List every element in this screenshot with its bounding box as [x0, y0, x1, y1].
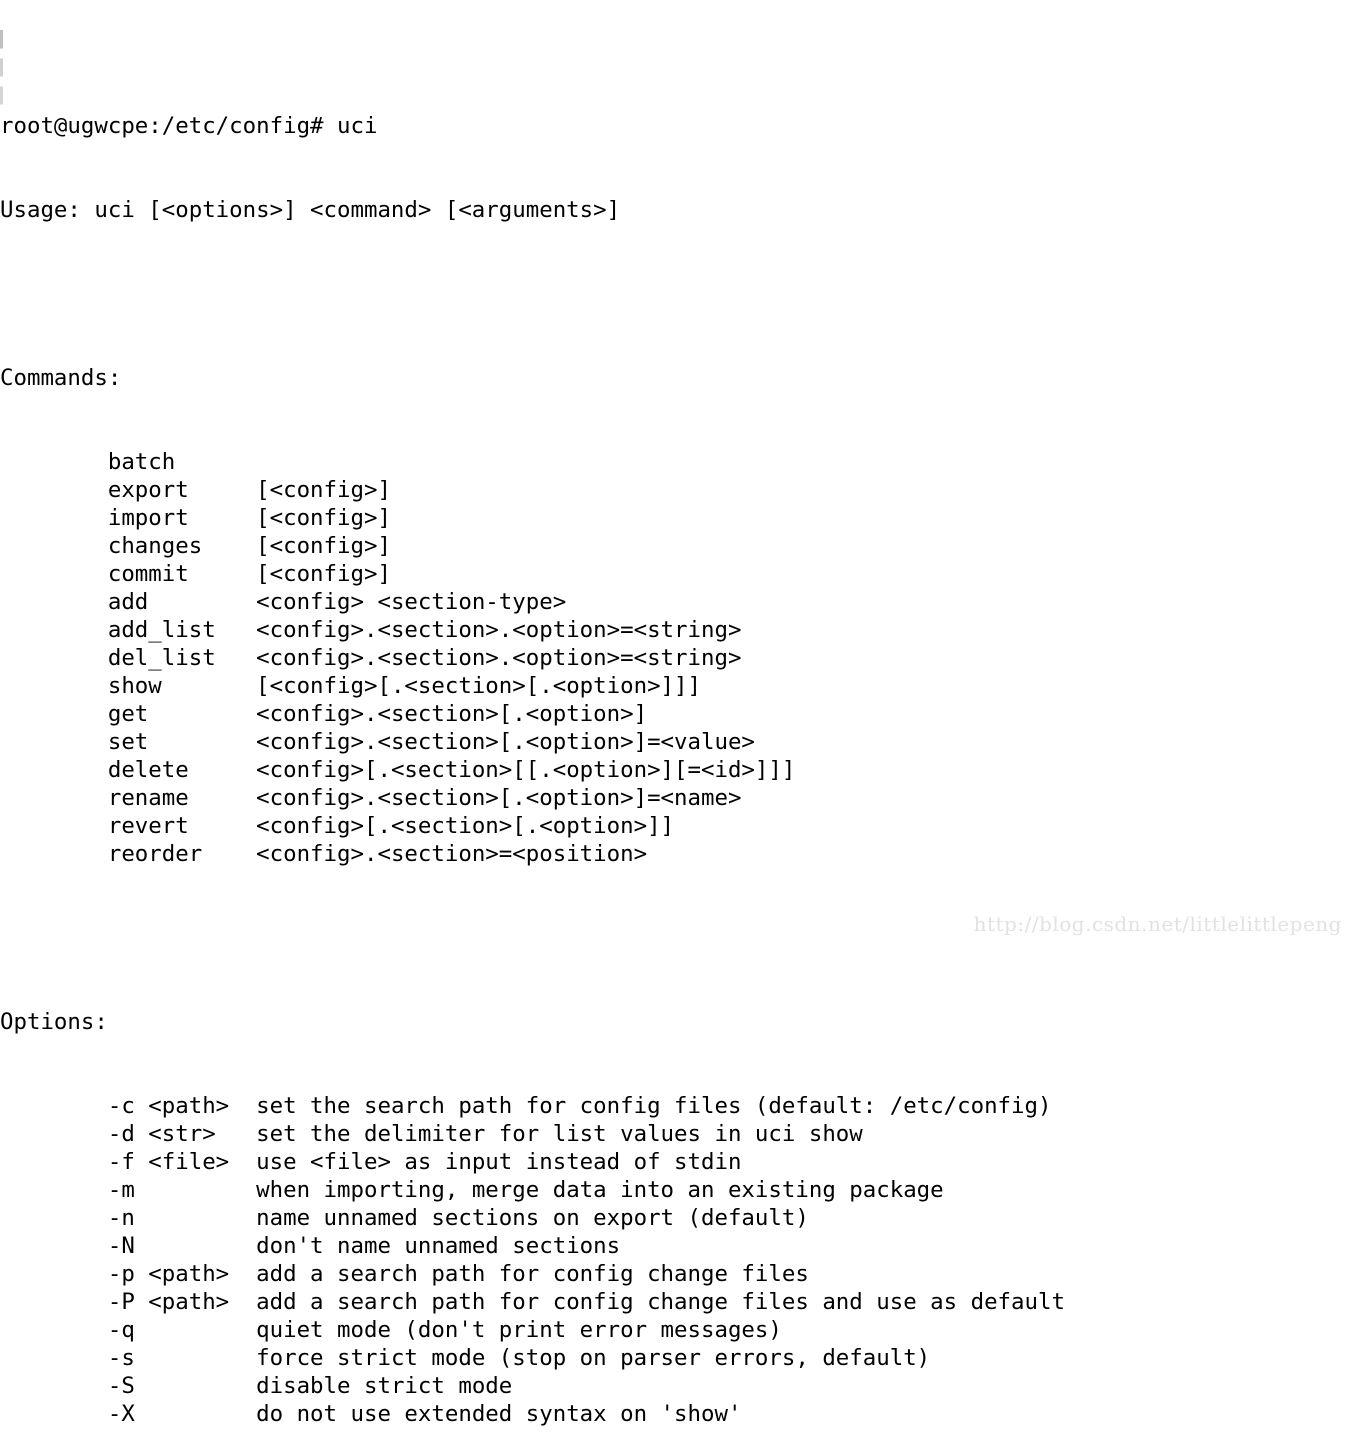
option-flag: -N	[107, 1233, 257, 1259]
commands-list: batch export [<config>] import [<config>…	[0, 448, 1352, 868]
command-arguments: <config>.<section>[.<option>]=<value>	[256, 729, 755, 755]
option-description: when importing, merge data into an exist…	[256, 1177, 944, 1203]
command-name: export	[107, 477, 257, 503]
option-description: set the search path for config files (de…	[256, 1093, 1052, 1119]
command-name: batch	[107, 449, 176, 475]
options-header: Options:	[0, 1009, 108, 1035]
option-line: -P <path> add a search path for config c…	[0, 1288, 1352, 1316]
option-flag: -c <path>	[107, 1093, 257, 1119]
option-flag: -X	[107, 1401, 257, 1427]
option-line: -c <path> set the search path for config…	[0, 1092, 1352, 1120]
option-description: don't name unnamed sections	[256, 1233, 621, 1259]
command-name: set	[107, 729, 257, 755]
command-name: show	[107, 673, 257, 699]
command-arguments: [<config>]	[256, 533, 391, 559]
option-line: -m when importing, merge data into an ex…	[0, 1176, 1352, 1204]
command-arguments: <config>.<section>.<option>=<string>	[256, 617, 742, 643]
terminal-output[interactable]: root@ugwcpe:/etc/config# uci Usage: uci …	[0, 0, 1352, 1427]
command-name: rename	[107, 785, 257, 811]
option-line: -f <file> use <file> as input instead of…	[0, 1148, 1352, 1176]
option-flag: -d <str>	[107, 1121, 257, 1147]
command-arguments: [<config>]	[256, 561, 391, 587]
option-line: -X do not use extended syntax on 'show'	[0, 1400, 1352, 1428]
option-line: -N don't name unnamed sections	[0, 1232, 1352, 1260]
shell-prompt-line: root@ugwcpe:/etc/config# uci	[0, 113, 378, 139]
command-line: show [<config>[.<section>[.<option>]]]	[0, 672, 1352, 700]
command-arguments: [<config>]	[256, 477, 391, 503]
option-flag: -s	[107, 1345, 257, 1371]
usage-line: Usage: uci [<options>] <command> [<argum…	[0, 197, 621, 223]
option-line: -n name unnamed sections on export (defa…	[0, 1204, 1352, 1232]
option-line: -s force strict mode (stop on parser err…	[0, 1344, 1352, 1372]
option-description: quiet mode (don't print error messages)	[256, 1317, 782, 1343]
command-line: revert <config>[.<section>[.<option>]]	[0, 812, 1352, 840]
command-name: reorder	[107, 841, 257, 867]
command-line: add_list <config>.<section>.<option>=<st…	[0, 616, 1352, 644]
command-line: get <config>.<section>[.<option>]	[0, 700, 1352, 728]
option-description: force strict mode (stop on parser errors…	[256, 1345, 931, 1371]
command-arguments: [<config>[.<section>[.<option>]]]	[256, 673, 701, 699]
options-list: -c <path> set the search path for config…	[0, 1092, 1352, 1428]
option-description: set the delimiter for list values in uci…	[256, 1121, 863, 1147]
command-name: changes	[107, 533, 257, 559]
command-arguments: <config>.<section>=<position>	[256, 841, 648, 867]
option-flag: -m	[107, 1177, 257, 1203]
command-line: reorder <config>.<section>=<position>	[0, 840, 1352, 868]
commands-header: Commands:	[0, 365, 122, 391]
blank-line-2	[0, 924, 1352, 952]
command-arguments: <config>[.<section>[[.<option>][=<id>]]]	[256, 757, 796, 783]
command-name: get	[107, 701, 257, 727]
option-flag: -p <path>	[107, 1261, 257, 1287]
option-line: -d <str> set the delimiter for list valu…	[0, 1120, 1352, 1148]
command-line: export [<config>]	[0, 476, 1352, 504]
option-flag: -q	[107, 1317, 257, 1343]
command-line: import [<config>]	[0, 504, 1352, 532]
option-line: -p <path> add a search path for config c…	[0, 1260, 1352, 1288]
option-description: name unnamed sections on export (default…	[256, 1205, 809, 1231]
option-description: use <file> as input instead of stdin	[256, 1149, 742, 1175]
command-arguments: <config>[.<section>[.<option>]]	[256, 813, 675, 839]
command-line: set <config>.<section>[.<option>]=<value…	[0, 728, 1352, 756]
command-line: commit [<config>]	[0, 560, 1352, 588]
option-flag: -S	[107, 1373, 257, 1399]
command-name: revert	[107, 813, 257, 839]
command-line: add <config> <section-type>	[0, 588, 1352, 616]
command-name: import	[107, 505, 257, 531]
command-line: delete <config>[.<section>[[.<option>][=…	[0, 756, 1352, 784]
option-flag: -n	[107, 1205, 257, 1231]
command-name: del_list	[107, 645, 257, 671]
blank-line-1	[0, 280, 1352, 308]
command-arguments: <config> <section-type>	[256, 589, 567, 615]
option-flag: -f <file>	[107, 1149, 257, 1175]
option-line: -S disable strict mode	[0, 1372, 1352, 1400]
option-description: disable strict mode	[256, 1373, 513, 1399]
command-arguments: <config>.<section>[.<option>]=<name>	[256, 785, 742, 811]
option-description: add a search path for config change file…	[256, 1289, 1065, 1315]
option-line: -q quiet mode (don't print error message…	[0, 1316, 1352, 1344]
command-name: delete	[107, 757, 257, 783]
command-name: add	[107, 589, 257, 615]
option-flag: -P <path>	[107, 1289, 257, 1315]
command-line: del_list <config>.<section>.<option>=<st…	[0, 644, 1352, 672]
option-description: add a search path for config change file…	[256, 1261, 809, 1287]
command-name: add_list	[107, 617, 257, 643]
command-line: batch	[0, 448, 1352, 476]
command-line: rename <config>.<section>[.<option>]=<na…	[0, 784, 1352, 812]
option-description: do not use extended syntax on 'show'	[256, 1401, 742, 1427]
command-arguments: <config>.<section>[.<option>]	[256, 701, 648, 727]
command-name: commit	[107, 561, 257, 587]
command-arguments: <config>.<section>.<option>=<string>	[256, 645, 742, 671]
terminal-edge-artifact	[0, 30, 3, 112]
command-line: changes [<config>]	[0, 532, 1352, 560]
command-arguments: [<config>]	[256, 505, 391, 531]
